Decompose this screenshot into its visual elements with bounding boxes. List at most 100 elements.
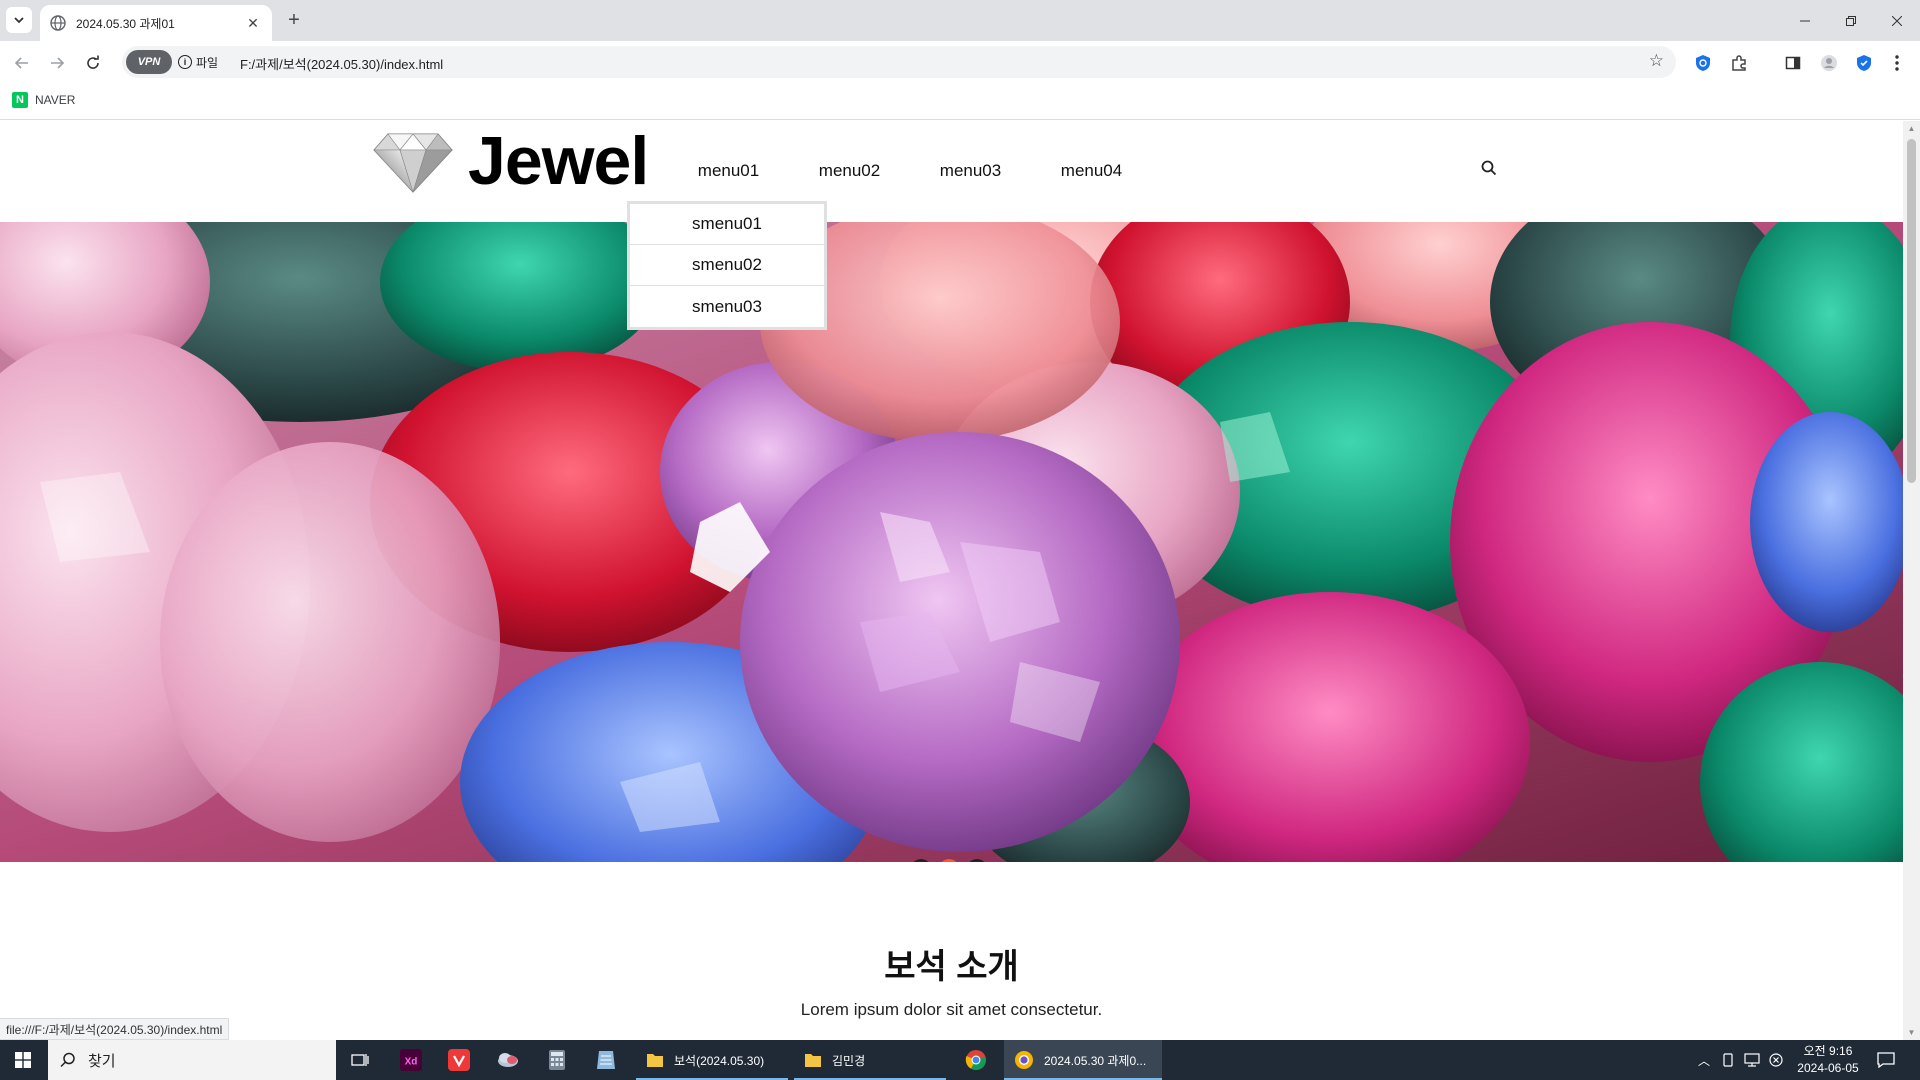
search-icon (60, 1052, 75, 1068)
back-button[interactable] (9, 50, 35, 76)
taskbar-clock[interactable]: 오전 9:16 2024-06-05 (1790, 1043, 1866, 1077)
new-tab-button[interactable]: + (282, 8, 306, 32)
address-bar[interactable]: VPN i 파일 F:/과제/보석(2024.05.30)/index.html… (122, 46, 1676, 78)
close-window-button[interactable] (1874, 0, 1920, 41)
globe-icon (50, 15, 66, 31)
calculator-icon[interactable] (541, 1044, 573, 1076)
page-viewport: Jewel menu01 menu02 menu03 menu04 smenu0… (0, 121, 1903, 1040)
submenu-item-smenu02[interactable]: smenu02 (630, 245, 824, 286)
scroll-down-icon[interactable]: ▼ (1907, 1028, 1916, 1037)
arrow-left-icon (14, 57, 28, 69)
nav-menu02[interactable]: menu02 (789, 161, 910, 181)
taskbar-search[interactable]: 찾기 (48, 1040, 336, 1080)
device-icon[interactable] (1716, 1053, 1740, 1067)
hero-slider: 1 2 3 (0, 222, 1903, 862)
network-icon[interactable] (1740, 1053, 1764, 1067)
restore-button[interactable] (1828, 0, 1874, 41)
windows-taskbar: 찾기 Xd 보석(2024.05.30) 김민경 2024.05.30 과제0.… (0, 1040, 1920, 1080)
chrome-icon[interactable] (960, 1044, 992, 1076)
bookmark-star-icon[interactable]: ☆ (1649, 51, 1664, 71)
status-bar: file:///F:/과제/보석(2024.05.30)/index.html (0, 1018, 230, 1040)
info-icon: i (178, 55, 192, 69)
taskbar-app-label: 2024.05.30 과제0... (1044, 1053, 1147, 1068)
taskbar-app-browser[interactable]: 2024.05.30 과제0... (1004, 1040, 1162, 1080)
taskbar-app-folder-jewel[interactable]: 보석(2024.05.30) (636, 1040, 788, 1080)
vpn-badge[interactable]: VPN (126, 50, 172, 74)
search-icon (1481, 160, 1497, 176)
bookmarks-bar: N NAVER (0, 83, 1920, 120)
slider-pagination: 1 2 3 (911, 859, 987, 862)
shield-extension-icon[interactable] (1692, 52, 1714, 74)
submenu-item-smenu01[interactable]: smenu01 (630, 204, 824, 245)
close-tab-icon[interactable]: ✕ (244, 14, 262, 32)
clock-date: 2024-06-05 (1797, 1061, 1859, 1075)
diamond-icon (373, 133, 453, 194)
minimize-button[interactable] (1782, 0, 1828, 41)
nav-menu01[interactable]: menu01 (668, 161, 789, 181)
reload-button[interactable] (80, 50, 106, 76)
tab-title: 2024.05.30 과제01 (76, 16, 175, 31)
taskbar-app-label: 김민경 (832, 1053, 866, 1068)
task-view-icon[interactable] (344, 1044, 376, 1076)
scrollbar-thumb[interactable] (1907, 139, 1916, 483)
reload-icon (87, 55, 99, 69)
close-icon (1892, 15, 1902, 26)
slider-page-1[interactable]: 1 (911, 859, 931, 862)
main-nav: menu01 menu02 menu03 menu04 (668, 161, 1152, 181)
start-button[interactable] (0, 1040, 46, 1080)
scroll-up-icon[interactable]: ▲ (1907, 124, 1916, 133)
vivaldi-icon[interactable] (443, 1044, 475, 1076)
browser-tabstrip: 2024.05.30 과제01 ✕ + (0, 0, 1920, 41)
cloud-icon[interactable] (492, 1044, 524, 1076)
chevron-down-icon (14, 17, 24, 24)
extensions-puzzle-icon[interactable] (1728, 52, 1750, 74)
security-extension-icon[interactable] (1853, 52, 1875, 74)
slider-page-2[interactable]: 2 (939, 859, 959, 862)
xd-icon[interactable]: Xd (395, 1044, 427, 1076)
intro-title: 보석 소개 (884, 948, 1019, 986)
site-header: Jewel menu01 menu02 menu03 menu04 (0, 121, 1903, 222)
restore-icon (1846, 15, 1856, 26)
taskbar-app-label: 보석(2024.05.30) (674, 1053, 765, 1068)
forward-button[interactable] (44, 50, 70, 76)
page-scrollbar[interactable]: ▲ ▼ (1903, 121, 1920, 1040)
submenu-dropdown: smenu01 smenu02 smenu03 (627, 201, 827, 330)
profile-avatar-icon[interactable] (1818, 52, 1840, 74)
site-info-label: 파일 (196, 55, 219, 70)
browser-tab[interactable]: 2024.05.30 과제01 ✕ (40, 5, 272, 41)
url-text[interactable]: F:/과제/보석(2024.05.30)/index.html (240, 54, 443, 73)
submenu-item-smenu03[interactable]: smenu03 (630, 286, 824, 327)
notification-center-icon[interactable] (1870, 1044, 1902, 1076)
arrow-right-icon (51, 57, 65, 69)
intro-text: Lorem ipsum dolor sit amet consectetur. (800, 1000, 1103, 1019)
clock-time: 오전 9:16 (1803, 1044, 1853, 1058)
nav-menu03[interactable]: menu03 (910, 161, 1031, 181)
bookmark-label: NAVER (35, 93, 76, 107)
search-button[interactable] (1480, 159, 1500, 179)
svg-text:Xd: Xd (405, 1057, 418, 1068)
browser-toolbar: VPN i 파일 F:/과제/보석(2024.05.30)/index.html… (0, 41, 1920, 83)
bookmark-naver[interactable]: N NAVER (12, 92, 75, 108)
more-menu-icon[interactable] (1886, 52, 1908, 74)
naver-icon: N (12, 92, 28, 108)
taskbar-app-folder-user[interactable]: 김민경 (794, 1040, 946, 1080)
taskbar-search-placeholder: 찾기 (88, 1052, 116, 1070)
intro-section: 보석 소개 Lorem ipsum dolor sit amet consect… (0, 939, 1903, 1020)
logo-text: Jewel (468, 123, 649, 199)
minimize-icon (1800, 20, 1810, 21)
volume-muted-icon[interactable] (1764, 1053, 1788, 1067)
windows-logo-icon (15, 1052, 31, 1068)
side-panel-icon[interactable] (1782, 52, 1804, 74)
folder-icon (805, 1054, 821, 1067)
notepad-icon[interactable] (590, 1044, 622, 1076)
site-info-chip[interactable]: i 파일 (178, 50, 218, 74)
gemstones-image (0, 222, 1903, 862)
site-logo[interactable]: Jewel (372, 123, 649, 199)
slider-page-3[interactable]: 3 (967, 859, 987, 862)
browser-icon (1015, 1051, 1033, 1069)
nav-menu04[interactable]: menu04 (1031, 161, 1152, 181)
folder-icon (647, 1054, 663, 1067)
tab-search-button[interactable] (6, 7, 32, 33)
system-tray: ︿ (1692, 1040, 1788, 1080)
show-hidden-icons-chevron-up-icon[interactable]: ︿ (1692, 1052, 1716, 1069)
